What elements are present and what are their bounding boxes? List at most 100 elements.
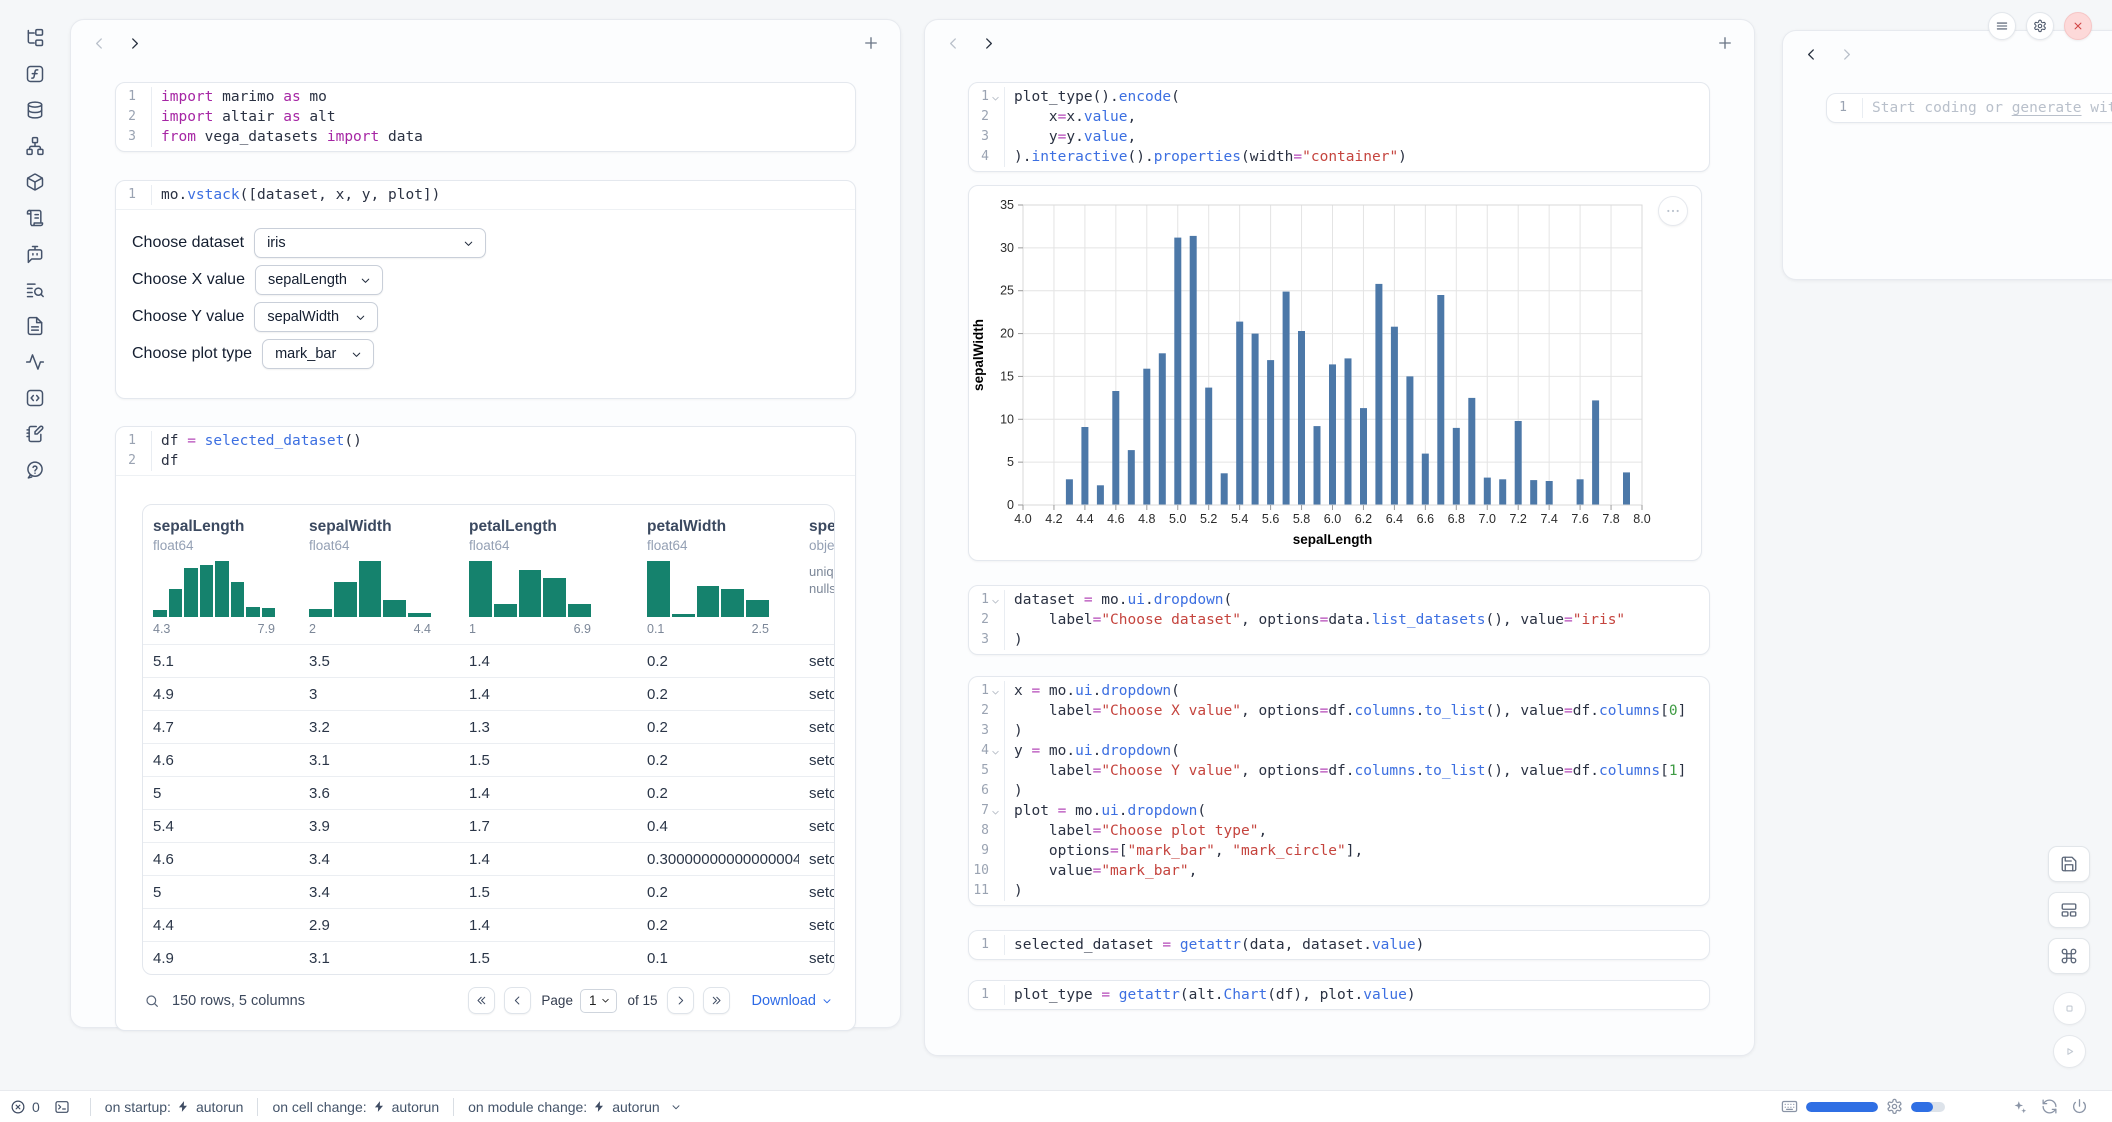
fold-chevron-icon[interactable]	[990, 685, 1004, 697]
sidebar-file-text-icon[interactable]	[25, 316, 45, 336]
sidebar-activity-icon[interactable]	[25, 352, 45, 372]
layout-button[interactable]	[2048, 892, 2090, 928]
search-icon[interactable]	[144, 993, 160, 1009]
sidebar-notebook-pen-icon[interactable]	[25, 424, 45, 444]
svg-text:10: 10	[1000, 412, 1014, 426]
code-editor[interactable]: 1mo.vstack([dataset, x, y, plot])	[116, 181, 855, 209]
page-count-label: of 15	[627, 993, 657, 1008]
chevron-left-icon[interactable]	[1803, 46, 1820, 63]
ai-sparkles-icon[interactable]	[2011, 1098, 2028, 1115]
line-number: 6	[981, 781, 989, 801]
column-dtype: float64	[469, 538, 637, 553]
code-content: label="Choose X value", options=df.colum…	[1005, 701, 1686, 721]
generate-link[interactable]: generate	[2012, 100, 2082, 116]
fold-chevron-icon[interactable]	[990, 594, 1004, 606]
svg-text:4.4: 4.4	[1076, 512, 1093, 526]
chevron-left-icon[interactable]	[91, 35, 108, 52]
code-content: )	[1005, 881, 1023, 901]
prev-page-button[interactable]	[504, 987, 531, 1014]
terminal-button[interactable]	[54, 1099, 70, 1115]
first-page-button[interactable]	[468, 987, 495, 1014]
choose-x-value-dropdown[interactable]: sepalLength	[255, 265, 383, 295]
sidebar-scroll-text-icon[interactable]	[25, 208, 45, 228]
sidebar-package-icon[interactable]	[25, 172, 45, 192]
sidebar-bot-icon[interactable]	[25, 244, 45, 264]
page-select[interactable]: 1	[580, 989, 618, 1013]
runtime-config-0[interactable]: on startup:autorun	[105, 1099, 244, 1115]
table-cell: 3	[299, 686, 459, 703]
sidebar-code-square-icon[interactable]	[25, 388, 45, 408]
restart-icon[interactable]	[2041, 1098, 2058, 1115]
sidebar-database-icon[interactable]	[25, 100, 45, 120]
download-button[interactable]: Download	[752, 993, 834, 1009]
column-header[interactable]: sepalLengthfloat644.37.9	[143, 518, 299, 636]
fold-chevron-icon[interactable]	[990, 91, 1004, 103]
runtime-config-2[interactable]: on module change:autorun	[468, 1099, 682, 1115]
code-content: )	[1005, 630, 1023, 650]
fold-chevron-icon[interactable]	[990, 805, 1004, 817]
choose-plot-type-dropdown[interactable]: mark_bar	[262, 339, 374, 369]
chevron-right-icon[interactable]	[126, 35, 143, 52]
chart-menu-button[interactable]	[1658, 196, 1688, 226]
histogram-bar	[153, 610, 167, 617]
save-button[interactable]	[2048, 846, 2090, 882]
line-gutter: 9	[969, 841, 1005, 861]
code-editor[interactable]: 1import marimo as mo2import altair as al…	[116, 83, 855, 151]
sidebar-function-square-icon[interactable]	[25, 64, 45, 84]
fold-slot	[990, 614, 1004, 626]
code-editor[interactable]: 1selected_dataset = getattr(data, datase…	[969, 931, 1709, 959]
column-header[interactable]: speciesobjectunique:nulls:	[799, 518, 834, 636]
sidebar-log-search-icon[interactable]	[25, 280, 45, 300]
dots-icon	[1665, 203, 1681, 219]
line-number: 1	[981, 681, 989, 701]
settings-button[interactable]	[2026, 12, 2054, 40]
code-editor[interactable]: 1dataset = mo.ui.dropdown(2 label="Choos…	[969, 586, 1709, 654]
add-cell-button[interactable]	[862, 34, 880, 52]
code-editor[interactable]: 1plot_type().encode(2 x=x.value,3 y=y.va…	[969, 83, 1709, 171]
code-editor[interactable]: 1df = selected_dataset()2df	[116, 427, 855, 475]
next-page-button[interactable]	[667, 987, 694, 1014]
code-editor[interactable]: 1x = mo.ui.dropdown(2 label="Choose X va…	[969, 677, 1709, 905]
keyboard-icon[interactable]	[1781, 1098, 1798, 1115]
fold-slot	[990, 845, 1004, 857]
code-line: 6)	[969, 781, 1709, 801]
runtime-config-1[interactable]: on cell change:autorun	[272, 1099, 439, 1115]
chevron-right-icon[interactable]	[1838, 46, 1855, 63]
shutdown-icon[interactable]	[2071, 1098, 2088, 1115]
code-editor[interactable]: 1 Start coding or generate with	[1827, 94, 2112, 122]
line-gutter: 3	[116, 127, 152, 147]
svg-text:15: 15	[1000, 369, 1014, 383]
choose-dataset-dropdown[interactable]: iris	[254, 228, 486, 258]
table-cell: 4.9	[143, 686, 299, 703]
run-button[interactable]	[2053, 1035, 2086, 1068]
code-editor[interactable]: 1plot_type = getattr(alt.Chart(df), plot…	[969, 981, 1709, 1009]
chevron-left-icon[interactable]	[945, 35, 962, 52]
line-gutter: 5	[969, 761, 1005, 781]
error-indicator[interactable]: 0	[10, 1099, 40, 1115]
last-page-button[interactable]	[703, 987, 730, 1014]
sidebar-file-tree-icon[interactable]	[25, 28, 45, 48]
column-header[interactable]: petalLengthfloat6416.9	[459, 518, 637, 636]
table-row: 5.43.91.70.4setosa	[143, 809, 834, 842]
menu-button[interactable]	[1988, 12, 2016, 40]
sidebar-network-icon[interactable]	[25, 136, 45, 156]
code-content: value="mark_bar",	[1005, 861, 1197, 881]
fold-chevron-icon[interactable]	[990, 745, 1004, 757]
add-cell-button[interactable]	[1716, 34, 1734, 52]
code-cell: 1dataset = mo.ui.dropdown(2 label="Choos…	[968, 585, 1710, 655]
gear-icon[interactable]	[1886, 1098, 1903, 1115]
stop-button[interactable]	[2053, 992, 2086, 1025]
line-gutter: 4	[969, 741, 1005, 761]
sidebar-help-circle-icon[interactable]	[25, 460, 45, 480]
choose-y-value-dropdown[interactable]: sepalWidth	[254, 302, 378, 332]
column-header[interactable]: sepalWidthfloat6424.4	[299, 518, 459, 636]
table-cell: setosa	[799, 917, 834, 934]
table-cell: 1.4	[459, 917, 637, 934]
close-button[interactable]	[2064, 12, 2092, 40]
chevron-right-icon[interactable]	[980, 35, 997, 52]
column-header[interactable]: petalWidthfloat640.12.5	[637, 518, 799, 636]
fold-slot	[990, 785, 1004, 797]
chevron-left-icon	[511, 994, 524, 1007]
command-palette-button[interactable]	[2048, 938, 2090, 974]
bar-chart[interactable]: 4.04.24.44.64.85.05.25.45.65.86.06.26.46…	[969, 186, 1703, 562]
